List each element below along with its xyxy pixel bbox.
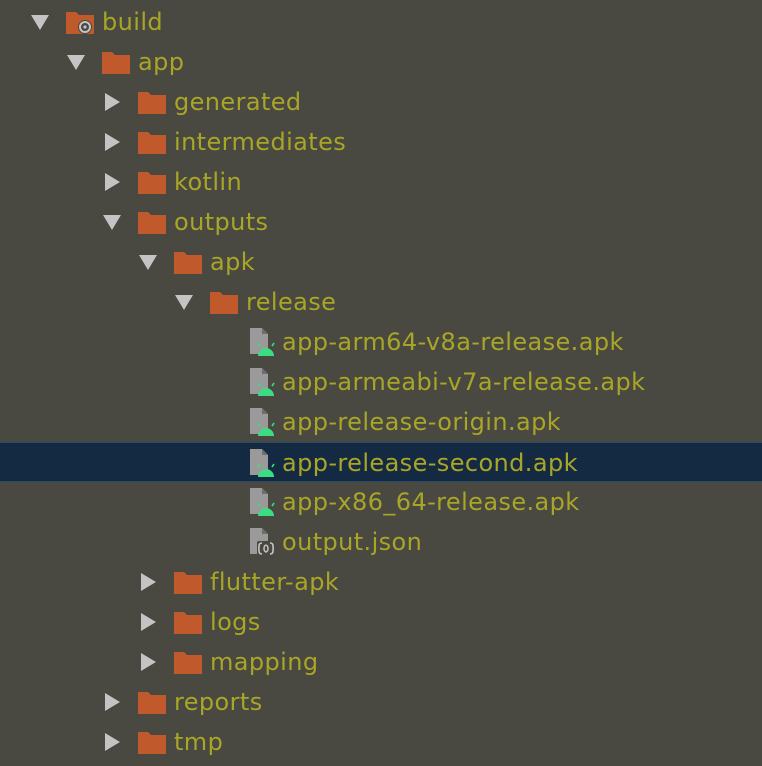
tree-item-logs[interactable]: logs xyxy=(0,602,762,642)
tree-item-label: build xyxy=(102,8,164,36)
tree-item-build[interactable]: build xyxy=(0,2,762,42)
tree-item-label: flutter-apk xyxy=(210,568,340,596)
tree-item-intermediates[interactable]: intermediates xyxy=(0,122,762,162)
tree-item-release[interactable]: release xyxy=(0,282,762,322)
triangle-right-icon[interactable] xyxy=(136,570,160,594)
tree-item-label: app-release-origin.apk xyxy=(282,408,562,436)
tree-item-label: release xyxy=(246,288,337,316)
folder-icon xyxy=(174,252,202,274)
triangle-right-icon[interactable] xyxy=(100,730,124,754)
tree-item-label: generated xyxy=(174,88,302,116)
folder-icon xyxy=(174,572,202,594)
folder-icon xyxy=(138,692,166,714)
tree-item-tmp[interactable]: tmp xyxy=(0,722,762,762)
tree-item-label: app-arm64-v8a-release.apk xyxy=(282,328,624,356)
android-apk-icon xyxy=(250,328,275,356)
triangle-down-icon[interactable] xyxy=(64,50,88,74)
folder-icon xyxy=(138,92,166,114)
tree-item-file-output-json[interactable]: output.json xyxy=(0,522,762,562)
folder-icon xyxy=(138,212,166,234)
triangle-right-icon[interactable] xyxy=(100,690,124,714)
folder-icon xyxy=(138,732,166,754)
tree-item-label: reports xyxy=(174,688,263,716)
tree-item-label: tmp xyxy=(174,728,224,756)
folder-icon xyxy=(174,652,202,674)
tree-item-flutter-apk[interactable]: flutter-apk xyxy=(0,562,762,602)
tree-item-file-x86-apk[interactable]: app-x86_64-release.apk xyxy=(0,482,762,522)
folder-icon xyxy=(102,52,130,74)
json-file-icon xyxy=(250,528,275,556)
tree-item-label: kotlin xyxy=(174,168,243,196)
tree-item-label: intermediates xyxy=(174,128,347,156)
tree-item-file-second-apk[interactable]: app-release-second.apk xyxy=(0,442,762,482)
tree-item-label: app-release-second.apk xyxy=(282,449,578,477)
tree-item-mapping[interactable]: mapping xyxy=(0,642,762,682)
tree-item-label: outputs xyxy=(174,208,269,236)
folder-icon xyxy=(210,292,238,314)
android-apk-icon xyxy=(250,408,275,436)
tree-item-label: app-armeabi-v7a-release.apk xyxy=(282,368,646,396)
tree-item-file-armeabi-apk[interactable]: app-armeabi-v7a-release.apk xyxy=(0,362,762,402)
triangle-down-icon[interactable] xyxy=(100,210,124,234)
folder-icon xyxy=(174,612,202,634)
tree-item-kotlin[interactable]: kotlin xyxy=(0,162,762,202)
folder-icon xyxy=(138,132,166,154)
tree-item-generated[interactable]: generated xyxy=(0,82,762,122)
triangle-down-icon[interactable] xyxy=(28,10,52,34)
triangle-down-icon[interactable] xyxy=(136,250,160,274)
tree-item-label: apk xyxy=(210,248,256,276)
android-apk-icon xyxy=(250,449,275,477)
tree-item-apk[interactable]: apk xyxy=(0,242,762,282)
tree-item-label: output.json xyxy=(282,528,423,556)
project-tree: build app generated intermediates kotlin… xyxy=(0,0,762,766)
android-apk-icon xyxy=(250,488,275,516)
tree-item-label: mapping xyxy=(210,648,319,676)
triangle-down-icon[interactable] xyxy=(172,290,196,314)
tree-item-app[interactable]: app xyxy=(0,42,762,82)
tree-item-reports[interactable]: reports xyxy=(0,682,762,722)
android-apk-icon xyxy=(250,368,275,396)
tree-item-label: logs xyxy=(210,608,261,636)
triangle-right-icon[interactable] xyxy=(100,90,124,114)
folder-icon xyxy=(138,172,166,194)
tree-item-label: app xyxy=(138,48,185,76)
tree-item-outputs[interactable]: outputs xyxy=(0,202,762,242)
triangle-right-icon[interactable] xyxy=(136,650,160,674)
tree-item-label: app-x86_64-release.apk xyxy=(282,488,580,516)
triangle-right-icon[interactable] xyxy=(100,170,124,194)
triangle-right-icon[interactable] xyxy=(100,130,124,154)
tree-item-file-arm64-apk[interactable]: app-arm64-v8a-release.apk xyxy=(0,322,762,362)
triangle-right-icon[interactable] xyxy=(136,610,160,634)
tree-item-file-origin-apk[interactable]: app-release-origin.apk xyxy=(0,402,762,442)
build-folder-icon xyxy=(66,12,94,34)
